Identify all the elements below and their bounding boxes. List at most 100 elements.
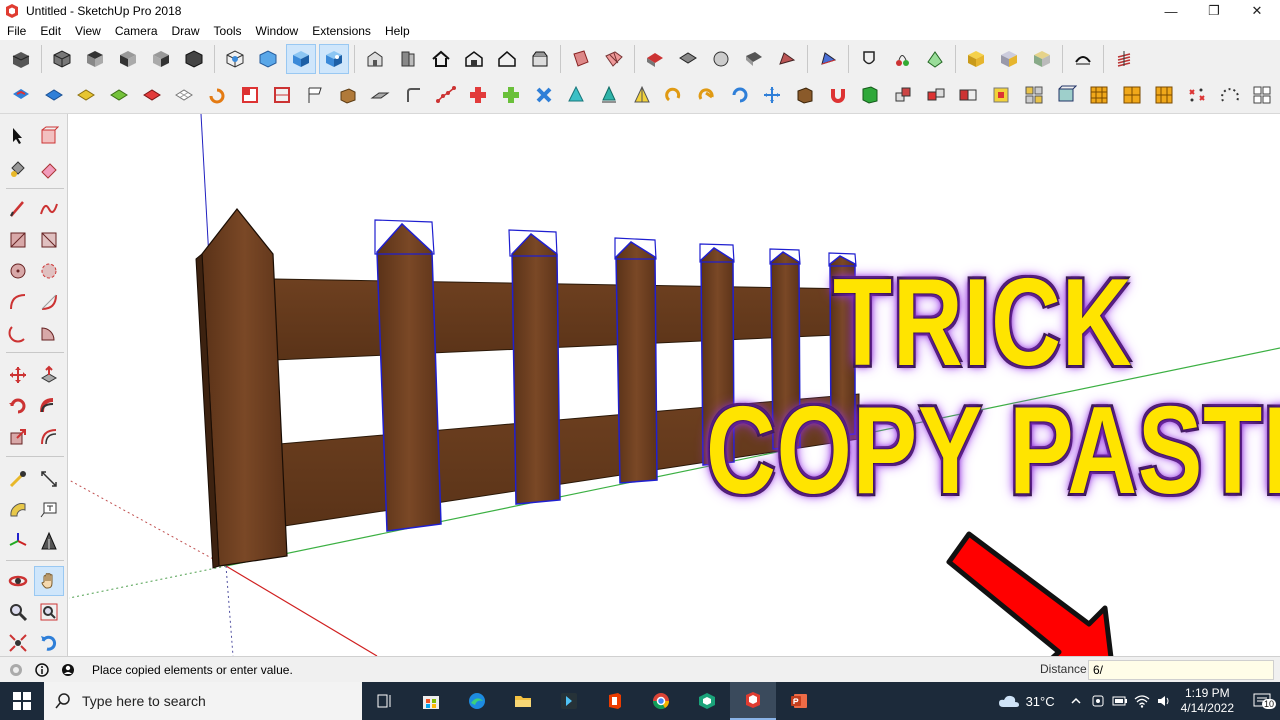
zoom-extents-icon[interactable] <box>3 628 33 658</box>
paint-bucket-icon[interactable] <box>3 154 33 184</box>
frame-red-icon[interactable] <box>267 80 297 110</box>
menu-edit[interactable]: Edit <box>33 24 68 38</box>
teal-cone-icon[interactable] <box>561 80 591 110</box>
red-gem-icon[interactable] <box>986 80 1016 110</box>
offset-tool-icon[interactable] <box>34 422 64 452</box>
two-point-arc-icon[interactable] <box>34 287 64 317</box>
wireframe-icon[interactable] <box>253 44 283 74</box>
tape-measure-icon[interactable] <box>3 464 33 494</box>
extension-warehouse-icon[interactable] <box>525 44 555 74</box>
pencil-line-icon[interactable] <box>3 194 33 224</box>
sandbox-icon[interactable] <box>599 44 629 74</box>
green-cross-icon[interactable] <box>496 80 526 110</box>
model-info-icon[interactable] <box>6 44 36 74</box>
orange-grid2-icon[interactable] <box>1117 80 1147 110</box>
polyline-nodes-icon[interactable] <box>431 80 461 110</box>
iso-view-icon[interactable] <box>47 44 77 74</box>
taskbar-search-box[interactable]: Type here to search <box>44 682 362 720</box>
arc-icon[interactable] <box>3 287 33 317</box>
notification-center-icon[interactable]: 10 <box>1244 690 1280 712</box>
house-outline-icon[interactable] <box>492 44 522 74</box>
freehand-icon[interactable] <box>34 194 64 224</box>
menu-draw[interactable]: Draw <box>165 24 207 38</box>
orange-grid1-icon[interactable] <box>1084 80 1114 110</box>
teal-drop-icon[interactable] <box>594 80 624 110</box>
cube-copy-icon[interactable] <box>921 80 951 110</box>
front-view-icon[interactable] <box>113 44 143 74</box>
red-cross-icon[interactable] <box>463 80 493 110</box>
rotate-tool-icon[interactable] <box>3 391 33 421</box>
solid-union-icon[interactable] <box>640 44 670 74</box>
edge-browser-icon[interactable] <box>454 682 500 720</box>
move-blue-icon[interactable] <box>757 80 787 110</box>
green-stack-icon[interactable] <box>855 80 885 110</box>
shaded-icon[interactable] <box>286 43 316 74</box>
push-pull-icon[interactable] <box>34 360 64 390</box>
volume-icon[interactable] <box>1153 690 1175 712</box>
orange-hook-icon[interactable] <box>659 80 689 110</box>
right-view-icon[interactable] <box>146 44 176 74</box>
menu-window[interactable]: Window <box>249 24 306 38</box>
eraser-icon[interactable] <box>34 154 64 184</box>
geo-location-icon[interactable] <box>887 44 917 74</box>
maximize-button[interactable]: ❐ <box>1193 0 1235 22</box>
menu-tools[interactable]: Tools <box>207 24 249 38</box>
solid-split-icon[interactable] <box>739 44 769 74</box>
file-explorer-icon[interactable] <box>500 682 546 720</box>
orange-grid3-icon[interactable] <box>1150 80 1180 110</box>
powerpoint-icon[interactable] <box>776 682 822 720</box>
three-point-arc-icon[interactable] <box>3 318 33 348</box>
spring-icon[interactable] <box>1109 44 1139 74</box>
meet-now-icon[interactable] <box>1087 690 1109 712</box>
protractor-icon[interactable] <box>3 495 33 525</box>
scatter-points-icon[interactable] <box>1182 80 1212 110</box>
rectangle-icon[interactable] <box>3 225 33 255</box>
cube-array-icon[interactable] <box>888 80 918 110</box>
sketchup-taskbar-icon[interactable] <box>730 682 776 720</box>
top-view-icon[interactable] <box>80 44 110 74</box>
solid-subtract-icon[interactable] <box>673 44 703 74</box>
3d-text-icon[interactable] <box>34 526 64 556</box>
outer-shell-icon[interactable] <box>772 44 802 74</box>
minimize-button[interactable]: — <box>1150 0 1192 22</box>
blue-plane-icon[interactable] <box>39 80 69 110</box>
shaded-textures-icon[interactable] <box>319 43 349 74</box>
follow-me-tool-icon[interactable] <box>34 391 64 421</box>
move-tool-icon[interactable] <box>3 360 33 390</box>
section-plane-icon[interactable] <box>566 44 596 74</box>
teal-frame-icon[interactable] <box>1052 80 1082 110</box>
chevron-up-icon[interactable] <box>1065 690 1087 712</box>
wood-joint-icon[interactable] <box>333 80 363 110</box>
model-viewport[interactable]: TRICK COPY PASTE <box>69 114 1280 656</box>
task-view-icon[interactable] <box>362 682 408 720</box>
dimension-icon[interactable] <box>34 464 64 494</box>
menu-file[interactable]: File <box>0 24 33 38</box>
group-icon[interactable] <box>994 44 1024 74</box>
xray-icon[interactable] <box>220 44 250 74</box>
component-options-icon[interactable] <box>1027 44 1057 74</box>
zoom-window-icon[interactable] <box>34 597 64 627</box>
make-component-icon[interactable] <box>961 44 991 74</box>
circle-icon[interactable] <box>3 256 33 286</box>
taskbar-clock[interactable]: 1:19 PM 4/14/2022 <box>1181 686 1234 716</box>
scale-tool-icon[interactable] <box>3 422 33 452</box>
yellow-plane-icon[interactable] <box>71 80 101 110</box>
credits-info-icon[interactable] <box>32 660 52 680</box>
blue-x-icon[interactable] <box>529 80 559 110</box>
flag-icon[interactable] <box>300 80 330 110</box>
menu-view[interactable]: View <box>68 24 108 38</box>
office-app-icon[interactable] <box>592 682 638 720</box>
square-red-icon[interactable] <box>235 80 265 110</box>
chrome-browser-icon[interactable] <box>638 682 684 720</box>
box-wood-icon[interactable] <box>790 80 820 110</box>
shield-outline-icon[interactable] <box>854 44 884 74</box>
polygon-icon[interactable] <box>34 256 64 286</box>
solid-trim-icon[interactable] <box>706 44 736 74</box>
make-component-tool-icon[interactable] <box>34 121 64 151</box>
rotate-arc-icon[interactable] <box>202 80 232 110</box>
account-user-icon[interactable] <box>58 660 78 680</box>
weather-cloud-icon[interactable] <box>998 690 1020 712</box>
green-plane-icon[interactable] <box>104 80 134 110</box>
previous-view-icon[interactable] <box>34 628 64 658</box>
magnet-icon[interactable] <box>823 80 853 110</box>
